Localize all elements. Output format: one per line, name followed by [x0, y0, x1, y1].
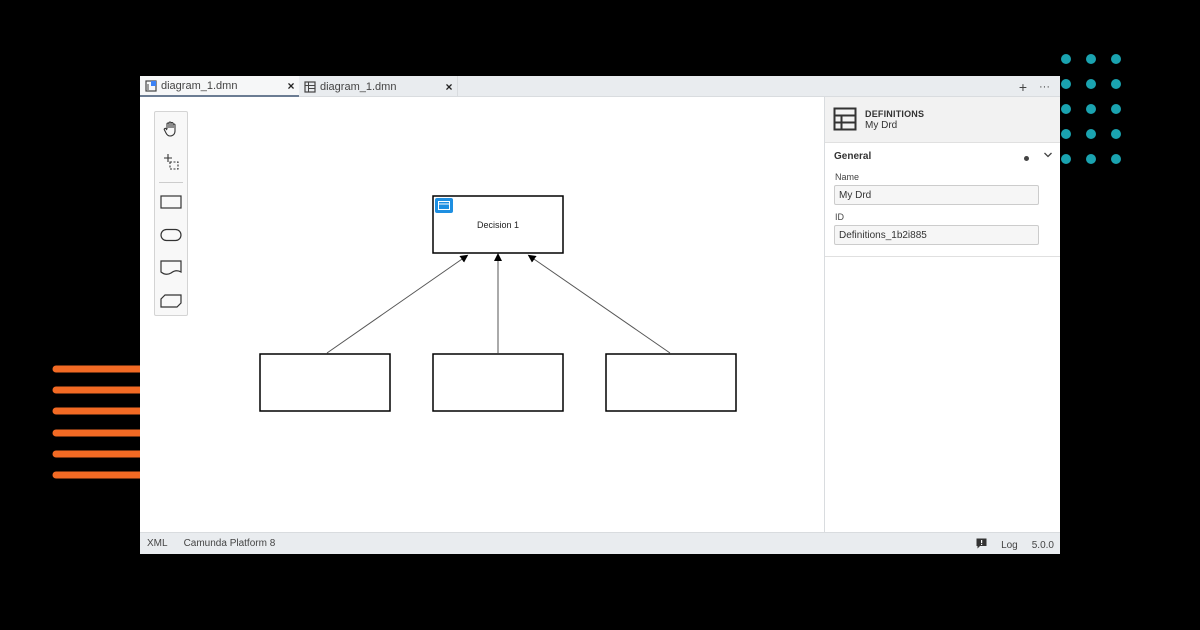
drd-diagram [259, 195, 737, 412]
input-element [605, 353, 737, 412]
business-knowledge-model-icon[interactable] [155, 287, 187, 315]
tab-diagram-table[interactable]: diagram_1.dmn × [299, 76, 458, 97]
definitions-icon [833, 107, 857, 136]
input-element [259, 353, 391, 412]
close-icon[interactable]: × [283, 79, 299, 93]
add-tab-button[interactable]: + [1019, 79, 1027, 95]
element-name: My Drd [865, 120, 898, 131]
decision-table-icon [304, 80, 316, 93]
decision-icon[interactable] [155, 188, 187, 216]
decision-label: Decision 1 [476, 219, 520, 230]
diagram-canvas[interactable]: Decision 1 [140, 97, 824, 532]
feedback-icon[interactable] [976, 538, 987, 552]
information-requirement [527, 254, 671, 354]
tab-label: diagram_1.dmn [320, 80, 397, 93]
input-element [432, 353, 564, 412]
decorative-dot-grid [1061, 54, 1121, 164]
data-marker-dot [1024, 156, 1029, 161]
chevron-down-icon[interactable] [1043, 150, 1053, 163]
tab-bar: diagram_1.dmn × diagram_1.dmn × + ··· [140, 76, 1060, 97]
close-icon[interactable]: × [441, 80, 457, 94]
log-button[interactable]: Log [1001, 540, 1018, 551]
xml-button[interactable]: XML [147, 538, 168, 549]
drd-icon [145, 79, 157, 92]
app-window: diagram_1.dmn × diagram_1.dmn × + ··· De… [140, 76, 1060, 554]
name-field[interactable] [834, 185, 1039, 205]
version-label[interactable]: 5.0.0 [1032, 540, 1054, 551]
group-title[interactable]: General [834, 151, 871, 162]
engine-platform[interactable]: Camunda Platform 8 [184, 538, 276, 549]
lasso-tool-icon[interactable] [155, 148, 187, 176]
input-data-icon[interactable] [155, 221, 187, 249]
tab-actions: + ··· [1019, 77, 1050, 97]
element-type: DEFINITIONS [865, 109, 925, 119]
knowledge-source-icon[interactable] [155, 254, 187, 282]
tab-label: diagram_1.dmn [161, 79, 238, 92]
palette-divider [159, 182, 183, 183]
id-label: ID [835, 212, 844, 222]
tool-palette [154, 111, 188, 316]
id-field[interactable] [834, 225, 1039, 245]
status-bar: XML Camunda Platform 8 Log 5.0.0 [140, 532, 1060, 554]
properties-panel: DEFINITIONS My Drd General Name ID [824, 97, 1060, 532]
name-label: Name [835, 172, 860, 182]
hand-tool-icon[interactable] [155, 115, 187, 143]
properties-header: DEFINITIONS My Drd [825, 97, 1060, 143]
tab-diagram-drd[interactable]: diagram_1.dmn × [140, 76, 299, 97]
more-options-button[interactable]: ··· [1039, 81, 1050, 93]
general-group: General Name ID [825, 143, 1060, 257]
decorative-stripes [52, 365, 142, 479]
information-requirement [326, 254, 469, 354]
